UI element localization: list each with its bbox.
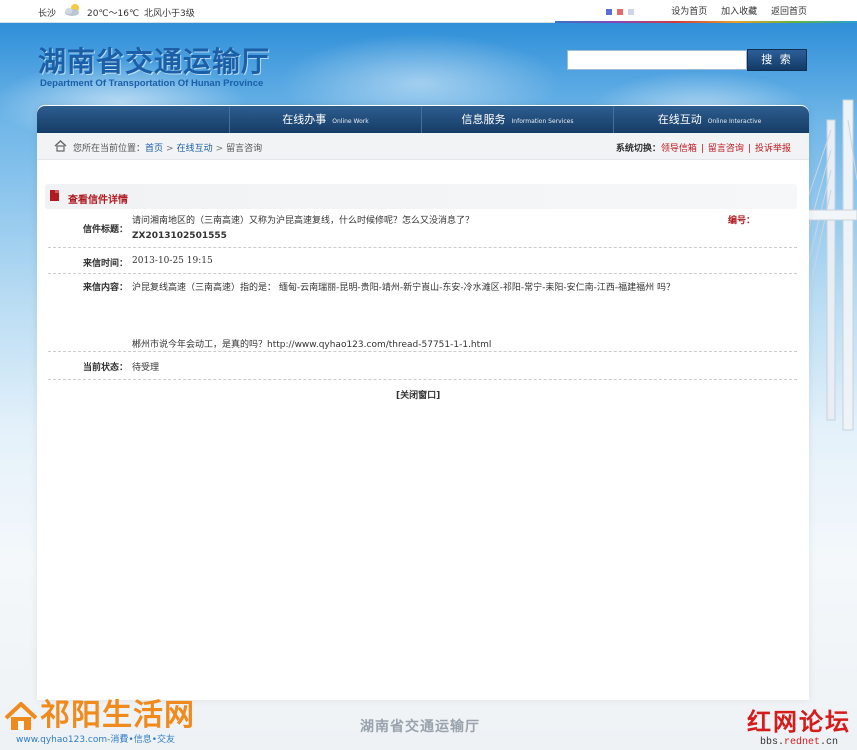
number-label: 编号： [728,216,756,226]
main-nav: 在线办事 Online Work 信息服务 Information Services… [37,106,809,133]
breadcrumb-online-interactive[interactable]: 在线互动 [177,144,213,154]
wind-text: 北风小于3级 [144,9,195,19]
watermark-url-part: .cn [820,737,839,748]
system-switcher-label: 系统切换： [615,144,661,154]
section-title: 查看信件详情 [68,195,128,206]
subject-row: 信件标题： 请问湘南地区的（三南高速）又称为沪昆高速复线，什么时候修呢？怎么又没… [48,212,797,248]
skin-swatch-gray[interactable] [628,9,634,15]
home-icon [54,140,67,152]
close-window-link[interactable]: [关闭窗口] [396,388,440,401]
search-input[interactable] [567,50,747,70]
complaint-report-link[interactable]: 投诉举报 [755,144,791,154]
color-stripe [555,21,857,23]
subject-code: ZX2013102501555 [132,231,227,241]
nav-online-work-sub: Online Work [332,118,369,125]
temperature-text: 20℃～16℃ [87,9,140,19]
date-row: 来信时间： 2013-10-25 19:15 [48,248,797,274]
set-homepage-link[interactable]: 设为首页 [671,7,707,17]
breadcrumb-separator: > [166,144,174,154]
nav-information-services[interactable]: 信息服务 Information Services [421,106,613,133]
nav-information-services-sub: Information Services [511,118,574,125]
watermark-rednet-logo: 红网论坛 [747,707,851,736]
watermark-qiyang-url: www.qyhao123.com-消費•信息•交友 [16,735,176,745]
top-bar: 长沙 20℃～16℃ 北风小于3级 设为首页 加入收藏 返回首页 [0,0,857,23]
content-line-1: 沪昆复线高速（三南高速）指的是： 缅甸-云南瑞丽-昆明-贵阳-靖州-新宁崀山-东… [132,283,675,293]
house-logo-icon [4,701,38,730]
nav-online-interactive-sub: Online Interactive [707,118,762,125]
nav-online-work[interactable]: 在线办事 Online Work [229,106,421,133]
breadcrumb-current: 留言咨询 [226,144,263,154]
content-row: 来信内容： 沪昆复线高速（三南高速）指的是： 缅甸-云南瑞丽-昆明-贵阳-靖州-… [48,274,797,352]
nav-online-work-label: 在线办事 [282,113,327,126]
skin-swatch-blue[interactable] [606,9,612,15]
site-logo-subtitle: Department Of Transportation Of Hunan Pr… [40,78,264,89]
letter-detail-header: 查看信件详情 [45,184,797,209]
add-favorite-link[interactable]: 加入收藏 [721,7,757,17]
watermark-url-part: bbs. [759,737,784,748]
content-line-2: 郴州市说今年会动工，是真的吗？http://www.qyhao123.com/t… [132,340,492,350]
message-consult-link[interactable]: 留言咨询 [708,144,744,154]
footer-title: 湖南省交通运输厅 [360,719,480,735]
search-button[interactable]: 搜 索 [747,49,807,71]
date-value: 2013-10-25 19:15 [132,256,213,266]
return-home-link[interactable]: 返回首页 [771,7,807,17]
breadcrumb-separator: > [215,144,224,154]
nav-online-interactive-label: 在线互动 [657,113,702,126]
divider: | [747,144,751,154]
breadcrumb: 您所在当前位置：首页 > 在线互动 > 留言咨询 [73,141,262,154]
flag-icon [50,190,59,201]
date-label: 来信时间： [82,259,128,269]
skin-swatch-red[interactable] [617,9,623,15]
breadcrumb-bar: 您所在当前位置：首页 > 在线互动 > 留言咨询 系统切换：领导信箱 | 留言咨询 | 投诉举报 [37,133,809,160]
skin-switcher [606,8,639,18]
status-row: 当前状态： 待受理 [48,352,797,380]
nav-online-interactive[interactable]: 在线互动 Online Interactive [613,106,805,133]
status-value: 待受理 [132,363,160,373]
status-label: 当前状态： [82,363,128,373]
nav-information-services-label: 信息服务 [461,113,506,126]
breadcrumb-home[interactable]: 首页 [145,144,163,154]
partly-cloudy-icon [65,4,79,16]
watermark-qiyang-logo: 祁阳生活网 [4,690,195,734]
divider: | [700,144,704,154]
system-switcher: 系统切换：领导信箱 | 留言咨询 | 投诉举报 [616,141,791,154]
content-label: 来信内容： [82,283,128,293]
top-links: 设为首页 加入收藏 返回首页 [660,4,807,17]
watermark-rednet-url: bbs.rednet.cn [747,737,851,748]
watermark-qiyang-text: 祁阳生活网 [40,698,195,733]
watermark-url-part: rednet [783,737,820,748]
watermark-qiyang: 祁阳生活网 www.qyhao123.com-消費•信息•交友 [4,690,195,745]
city-label: 长沙 [38,9,57,19]
subject-label: 信件标题： [82,225,128,235]
breadcrumb-prefix: 您所在当前位置： [73,144,146,154]
watermark-rednet: 红网论坛 bbs.rednet.cn [747,702,851,748]
subject-text: 请问湘南地区的（三南高速）又称为沪昆高速复线，什么时候修呢？怎么又没消息了？ [132,216,475,226]
site-logo-title[interactable]: 湖南省交通运输厅 [38,40,270,80]
leader-mailbox-link[interactable]: 领导信箱 [661,144,697,154]
